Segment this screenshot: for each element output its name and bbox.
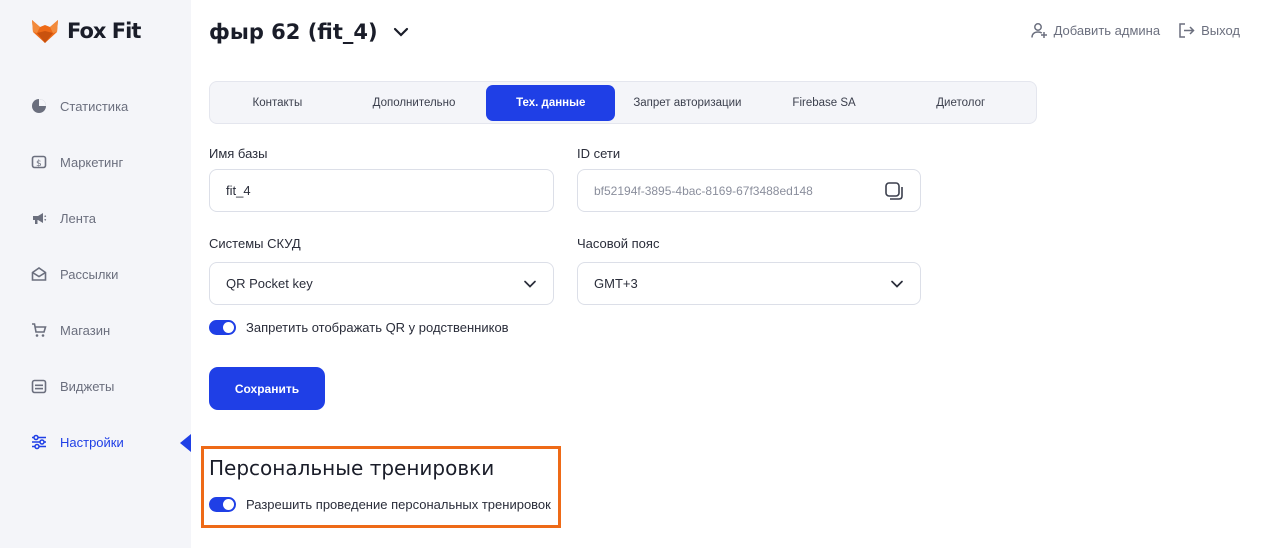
timezone-label: Часовой пояс: [577, 236, 660, 251]
chevron-down-icon[interactable]: [392, 23, 410, 41]
add-user-icon: [1030, 23, 1047, 38]
sidebar-item-settings[interactable]: Настройки: [30, 430, 124, 454]
personal-training-toggle[interactable]: [209, 497, 236, 512]
sidebar-item-label: Виджеты: [60, 378, 115, 394]
sidebar-item-shop[interactable]: Магазин: [30, 318, 110, 342]
sidebar-item-marketing[interactable]: $ Маркетинг: [30, 150, 123, 174]
sidebar-item-label: Лента: [60, 210, 96, 226]
logo-text: Fox Fit: [67, 19, 141, 43]
add-admin-label: Добавить админа: [1053, 23, 1161, 38]
sidebar-item-statistics[interactable]: Статистика: [30, 94, 128, 118]
sidebar-item-feed[interactable]: Лента: [30, 206, 96, 230]
cart-icon: [30, 322, 47, 339]
sidebar-item-widgets[interactable]: Виджеты: [30, 374, 114, 398]
logout-icon: [1179, 23, 1195, 38]
network-id-label: ID сети: [577, 146, 621, 161]
sidebar-item-label: Рассылки: [60, 266, 119, 282]
db-name-label: Имя базы: [209, 146, 268, 161]
section-title-personal-training: Персональные тренировки: [209, 456, 495, 480]
save-button[interactable]: Сохранить: [209, 367, 325, 410]
sidebar-item-label: Маркетинг: [60, 154, 124, 170]
sidebar-item-label: Статистика: [60, 98, 129, 114]
svg-text:$: $: [36, 159, 42, 169]
qr-relatives-label: Запретить отображать QR у родственников: [246, 320, 509, 335]
access-system-select[interactable]: QR Pocket key: [209, 262, 554, 305]
network-id-field: bf52194f-3895-4bac-8169-67f3488ed148: [577, 169, 921, 212]
tab-additional[interactable]: Дополнительно: [342, 85, 487, 121]
access-system-label: Системы СКУД: [209, 236, 301, 251]
calendar-icon: [30, 378, 47, 395]
logout-label: Выход: [1201, 23, 1240, 38]
megaphone-icon: [30, 210, 47, 227]
envelope-icon: [30, 266, 47, 283]
sidebar-item-label: Настройки: [60, 434, 124, 450]
tab-firebase-sa[interactable]: Firebase SA: [760, 85, 889, 121]
db-name-value: fit_4: [226, 183, 251, 198]
chevron-down-icon: [891, 280, 903, 288]
page-title-text: фыр 62 (fit_4): [209, 20, 378, 44]
personal-training-label: Разрешить проведение персональных тренир…: [246, 497, 551, 512]
qr-relatives-toggle[interactable]: [209, 320, 236, 335]
tab-contacts[interactable]: Контакты: [213, 85, 342, 121]
tab-auth-ban[interactable]: Запрет авторизации: [615, 85, 760, 121]
sidebar-item-label: Магазин: [60, 322, 111, 338]
timezone-select[interactable]: GMT+3: [577, 262, 921, 305]
add-admin-button[interactable]: Добавить админа: [1030, 22, 1161, 39]
db-name-field[interactable]: fit_4: [209, 169, 554, 212]
tab-dietitian[interactable]: Диетолог: [888, 85, 1033, 121]
sidebar: Fox Fit Статистика $ Маркетинг Лента Рас…: [0, 0, 191, 548]
network-id-value: bf52194f-3895-4bac-8169-67f3488ed148: [594, 183, 813, 198]
copy-icon[interactable]: [884, 181, 904, 201]
tab-tech-data[interactable]: Тех. данные: [486, 84, 616, 121]
page-title[interactable]: фыр 62 (fit_4): [209, 20, 410, 44]
timezone-value: GMT+3: [594, 276, 638, 291]
logo[interactable]: Fox Fit: [31, 18, 141, 44]
header-actions: Добавить админа Выход: [1030, 22, 1240, 39]
access-system-value: QR Pocket key: [226, 276, 313, 291]
sliders-icon: [30, 434, 47, 451]
active-item-marker: [180, 434, 191, 452]
pie-chart-icon: [30, 98, 47, 115]
fox-logo-icon: [32, 20, 58, 43]
sidebar-item-mailings[interactable]: Рассылки: [30, 262, 118, 286]
tab-bar: Контакты Дополнительно Тех. данные Запре…: [209, 81, 1037, 124]
logout-button[interactable]: Выход: [1178, 22, 1240, 39]
chevron-down-icon: [524, 280, 536, 288]
coupon-icon: $: [30, 154, 47, 171]
